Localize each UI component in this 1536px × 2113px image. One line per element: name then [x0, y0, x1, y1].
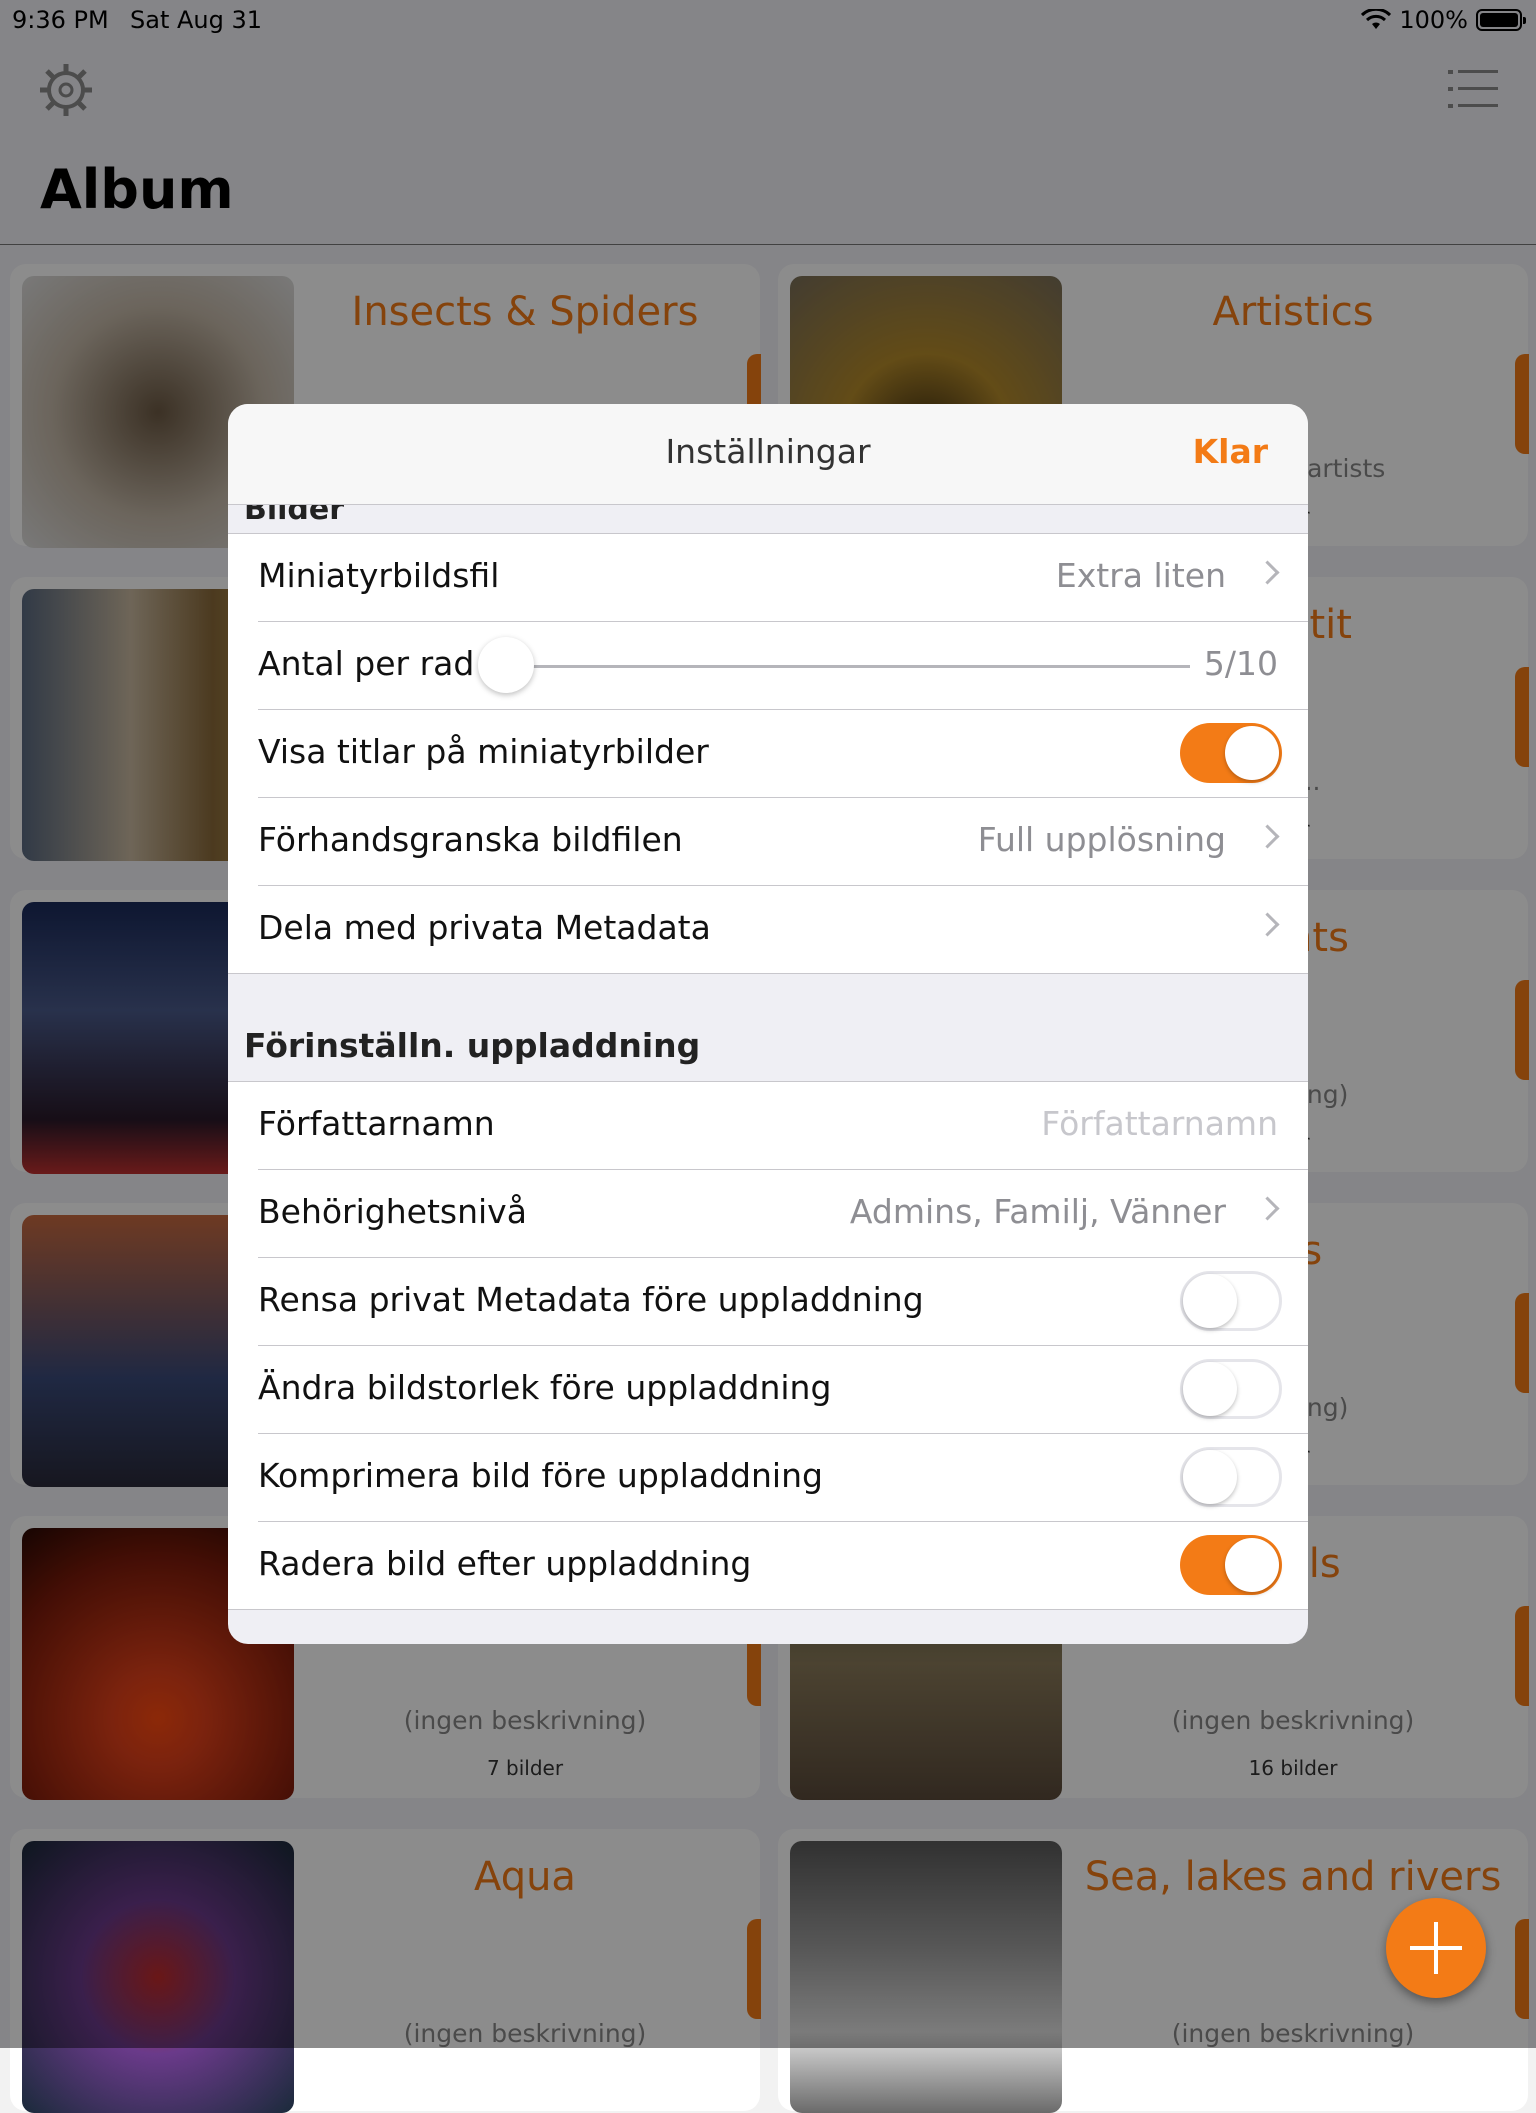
- row-label: Miniatyrbildsfil: [258, 556, 500, 595]
- chevron-right-icon: [1255, 560, 1280, 585]
- row-label: Dela med privata Metadata: [258, 908, 711, 947]
- row-value: Full upplösning: [977, 820, 1226, 859]
- resize-row: Ändra bildstorlek före uppladdning: [258, 1346, 1308, 1434]
- author-input[interactable]: Författarnamn: [1041, 1104, 1278, 1143]
- row-label: Förhandsgranska bildfilen: [258, 820, 683, 859]
- toggle-knob: [1183, 1274, 1237, 1328]
- row-label: Författarnamn: [258, 1104, 495, 1143]
- row-label: Komprimera bild före uppladdning: [258, 1456, 823, 1495]
- share-metadata-row[interactable]: Dela med privata Metadata: [258, 886, 1308, 973]
- row-label: Antal per rad: [258, 644, 475, 683]
- settings-title: Inställningar: [665, 432, 871, 471]
- upload-settings-group: Författarnamn Författarnamn Behörighetsn…: [228, 1081, 1308, 1610]
- done-button[interactable]: Klar: [1193, 432, 1268, 471]
- toggle-knob: [1225, 726, 1279, 780]
- toggle-knob: [1183, 1450, 1237, 1504]
- chevron-right-icon: [1255, 1196, 1280, 1221]
- row-value: Extra liten: [1055, 556, 1226, 595]
- compress-row: Komprimera bild före uppladdning: [258, 1434, 1308, 1522]
- row-label: Radera bild efter uppladdning: [258, 1544, 752, 1583]
- settings-sheet: Inställningar Klar Bilder Miniatyrbildsf…: [228, 404, 1308, 1644]
- row-label: Visa titlar på miniatyrbilder: [258, 732, 709, 771]
- settings-nav-bar: Inställningar Klar: [228, 404, 1308, 505]
- slider-value: 5/10: [1203, 644, 1278, 683]
- section-header-upload: Förinställn. uppladdning: [244, 1026, 701, 1065]
- show-titles-row: Visa titlar på miniatyrbilder: [258, 710, 1308, 798]
- strip-metadata-toggle[interactable]: [1180, 1271, 1282, 1331]
- toggle-knob: [1183, 1362, 1237, 1416]
- privacy-level-row[interactable]: Behörighetsnivå Admins, Familj, Vänner: [258, 1170, 1308, 1258]
- thumbnail-file-row[interactable]: Miniatyrbildsfil Extra liten: [258, 534, 1308, 622]
- delete-after-row: Radera bild efter uppladdning: [258, 1522, 1308, 1609]
- slider-thumb[interactable]: [478, 637, 534, 693]
- toggle-knob: [1225, 1538, 1279, 1592]
- delete-after-toggle[interactable]: [1180, 1535, 1282, 1595]
- images-settings-group: Miniatyrbildsfil Extra liten Antal per r…: [228, 533, 1308, 974]
- preview-file-row[interactable]: Förhandsgranska bildfilen Full upplösnin…: [258, 798, 1308, 886]
- chevron-right-icon: [1255, 912, 1280, 937]
- row-label: Ändra bildstorlek före uppladdning: [258, 1368, 832, 1407]
- author-row[interactable]: Författarnamn Författarnamn: [258, 1082, 1308, 1170]
- row-label: Behörighetsnivå: [258, 1192, 527, 1231]
- chevron-right-icon: [1255, 824, 1280, 849]
- strip-metadata-row: Rensa privat Metadata före uppladdning: [258, 1258, 1308, 1346]
- row-value: Admins, Familj, Vänner: [849, 1192, 1226, 1231]
- show-titles-toggle[interactable]: [1180, 723, 1282, 783]
- add-album-button[interactable]: [1386, 1898, 1486, 1998]
- compress-toggle[interactable]: [1180, 1447, 1282, 1507]
- row-label: Rensa privat Metadata före uppladdning: [258, 1280, 924, 1319]
- resize-toggle[interactable]: [1180, 1359, 1282, 1419]
- per-row-slider-row: Antal per rad 5/10: [258, 622, 1308, 710]
- slider-track[interactable]: [518, 665, 1190, 668]
